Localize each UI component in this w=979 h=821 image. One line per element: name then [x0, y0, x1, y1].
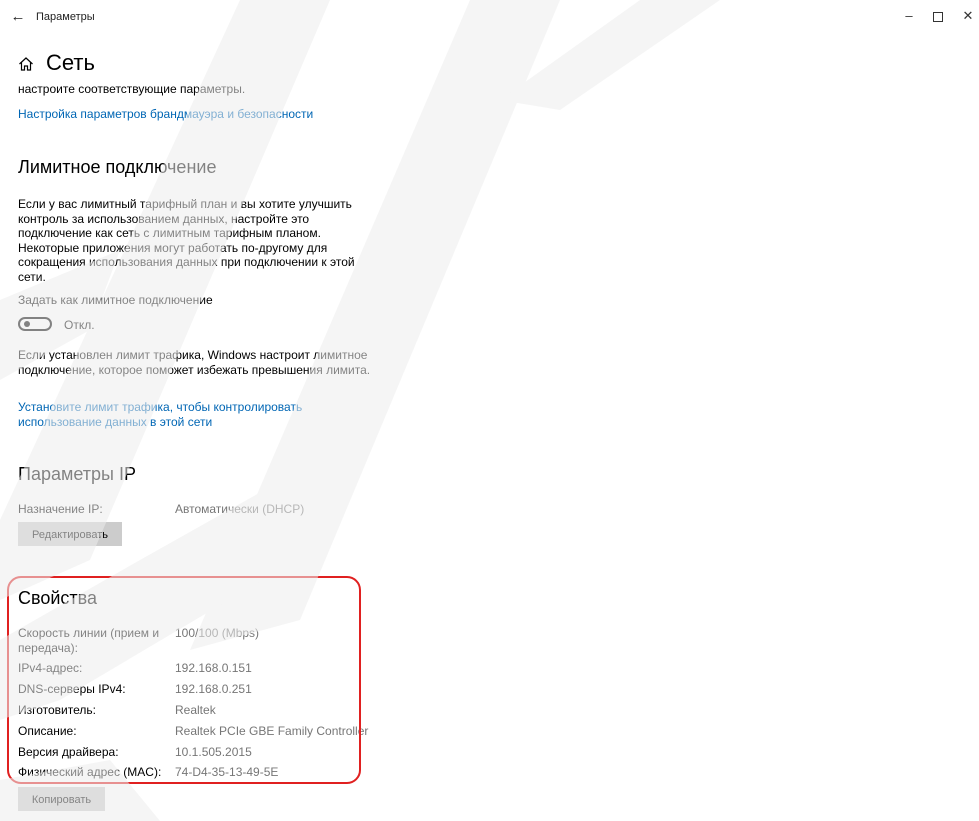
metered-toggle-state: Откл. — [64, 318, 95, 332]
app-title: Параметры — [36, 11, 95, 23]
prop-label-mac: Физический адрес (MAC): — [18, 765, 162, 779]
prop-value-mac: 74-D4-35-13-49-5E — [175, 765, 279, 779]
prop-value-dns: 192.168.0.251 — [175, 682, 252, 696]
limit-note: Если установлен лимит трафика, Windows н… — [18, 348, 371, 377]
close-button[interactable]: ✕ — [954, 6, 979, 26]
metered-toggle[interactable] — [18, 317, 52, 331]
maximize-icon — [933, 11, 943, 22]
copy-button[interactable]: Копировать — [18, 787, 105, 811]
properties-heading: Свойства — [18, 588, 98, 608]
title-bar: ← Параметры – ✕ — [0, 0, 979, 32]
maximize-button[interactable] — [924, 6, 952, 26]
minimize-button[interactable]: – — [895, 6, 923, 26]
back-arrow-icon[interactable]: ← — [6, 8, 30, 26]
set-data-limit-link[interactable]: Установите лимит трафика, чтобы контроли… — [18, 400, 383, 429]
prop-value-description: Realtek PCIe GBE Family Controller — [175, 724, 369, 738]
prop-value-manufacturer: Realtek — [175, 703, 216, 717]
edit-ip-button[interactable]: Редактировать — [18, 522, 122, 546]
metered-description: Если у вас лимитный тарифный план и вы х… — [18, 197, 355, 284]
metered-heading: Лимитное подключение — [18, 157, 217, 177]
metered-toggle-label: Задать как лимитное подключение — [18, 293, 213, 307]
page-title: Сеть — [46, 50, 95, 75]
home-icon — [19, 57, 33, 71]
prop-label-ipv4: IPv4-адрес: — [18, 661, 83, 675]
ip-heading: Параметры IP — [18, 464, 136, 484]
ip-assignment-label: Назначение IP: — [18, 502, 103, 516]
prop-value-link-speed: 100/100 (Mbps) — [175, 626, 260, 640]
prop-value-ipv4: 192.168.0.151 — [175, 661, 252, 675]
prop-label-link-speed: Скорость линии (прием и передача): — [18, 626, 160, 655]
firewall-settings-link[interactable]: Настройка параметров брандмауэра и безоп… — [18, 107, 313, 122]
prop-label-dns: DNS-серверы IPv4: — [18, 682, 126, 696]
ip-assignment-value: Автоматически (DHCP) — [175, 502, 305, 516]
prop-label-manufacturer: Изготовитель: — [18, 703, 96, 717]
toggle-knob — [24, 321, 30, 327]
prop-label-driver-version: Версия драйвера: — [18, 745, 119, 759]
firewall-intro-text: настроите соответствующие параметры. — [18, 82, 246, 96]
prop-value-driver-version: 10.1.505.2015 — [175, 745, 252, 759]
prop-label-description: Описание: — [18, 724, 77, 738]
